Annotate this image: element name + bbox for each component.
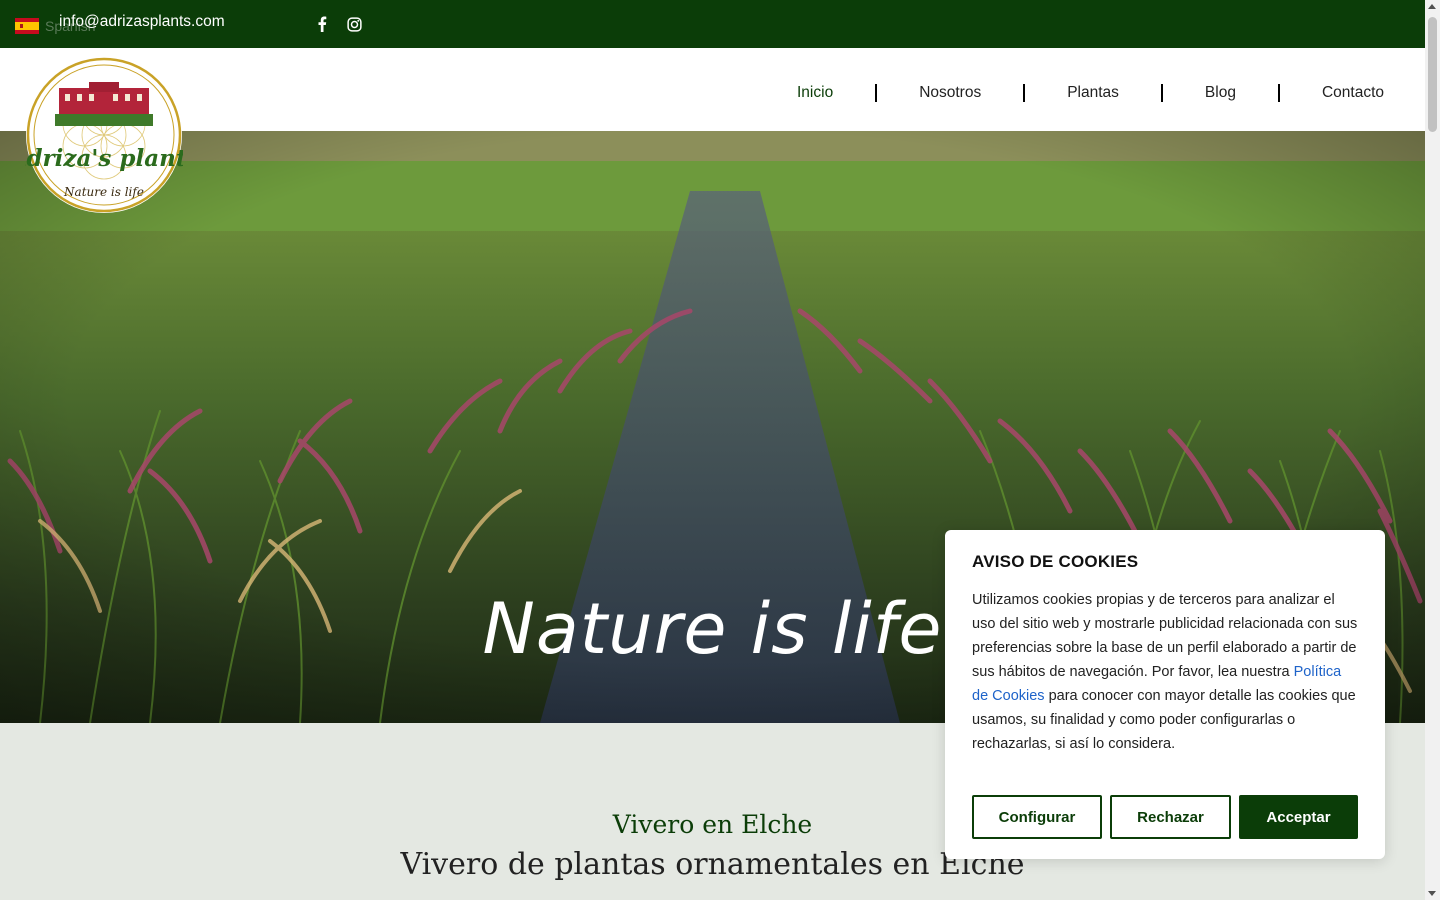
logo-slogan-text: Nature is life bbox=[63, 185, 144, 199]
main-nav: Inicio Nosotros Plantas Blog Contacto bbox=[797, 84, 1384, 102]
scroll-thumb[interactable] bbox=[1428, 17, 1437, 132]
configure-button[interactable]: Configurar bbox=[972, 795, 1102, 839]
cookie-consent-dialog: AVISO DE COOKIES Utilizamos cookies prop… bbox=[945, 530, 1385, 859]
page-scrollbar[interactable] bbox=[1425, 0, 1440, 900]
top-bar: Spanish info@adrizasplants.com bbox=[0, 0, 1425, 48]
accept-button[interactable]: Acceptar bbox=[1239, 795, 1358, 839]
contact-email-link[interactable]: info@adrizasplants.com bbox=[59, 13, 225, 31]
cookie-buttons: Configurar Rechazar Acceptar bbox=[972, 795, 1358, 839]
site-logo[interactable]: Adriza's plants Nature is life bbox=[7, 56, 199, 214]
site-header: Inicio Nosotros Plantas Blog Contacto bbox=[0, 48, 1425, 131]
cookie-title: AVISO DE COOKIES bbox=[972, 552, 1139, 571]
facebook-icon[interactable] bbox=[313, 15, 331, 33]
reject-button[interactable]: Rechazar bbox=[1110, 795, 1231, 839]
scroll-down-icon[interactable] bbox=[1428, 891, 1436, 896]
nav-item-plantas[interactable]: Plantas bbox=[1025, 84, 1161, 102]
spain-flag-icon bbox=[15, 18, 39, 34]
nav-item-inicio[interactable]: Inicio bbox=[797, 84, 875, 102]
logo-brand-text: Adriza's plants bbox=[25, 145, 183, 172]
scroll-up-icon[interactable] bbox=[1428, 4, 1436, 9]
nav-item-contacto[interactable]: Contacto bbox=[1280, 84, 1384, 102]
nav-item-nosotros[interactable]: Nosotros bbox=[877, 84, 1023, 102]
cookie-message: Utilizamos cookies propias y de terceros… bbox=[972, 588, 1358, 756]
instagram-icon[interactable] bbox=[345, 15, 363, 33]
nav-item-blog[interactable]: Blog bbox=[1163, 84, 1278, 102]
